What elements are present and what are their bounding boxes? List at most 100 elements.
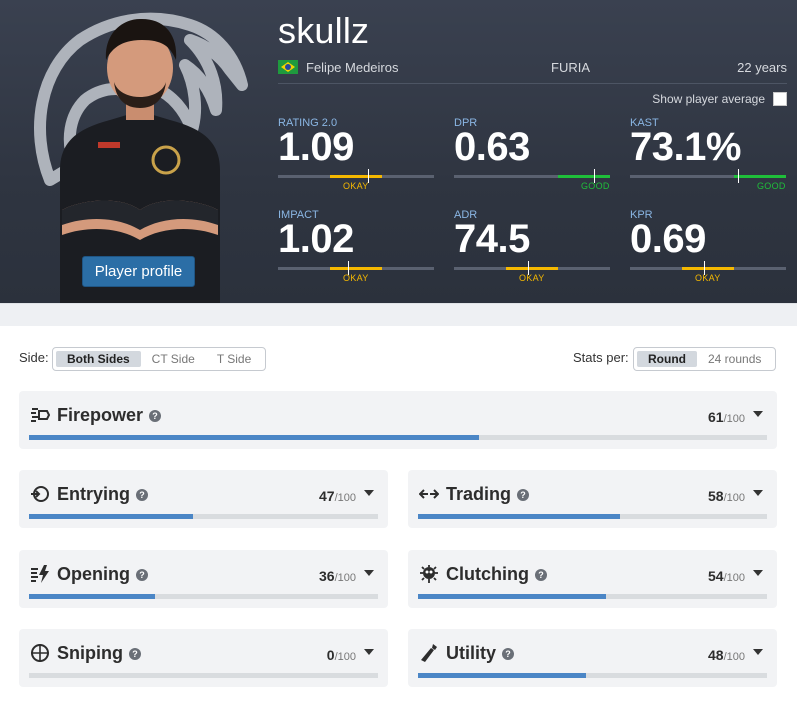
help-icon[interactable]: ? [149, 410, 162, 422]
help-icon[interactable]: ? [136, 569, 148, 581]
category-card-trading[interactable]: Trading? 58/100 [408, 470, 777, 528]
score-bar [418, 594, 767, 599]
stat-rating-text: OKAY [695, 273, 721, 283]
stat-dpr: DPR 0.63 GOOD [454, 117, 610, 197]
show-player-average-toggle[interactable]: Show player average [600, 92, 787, 108]
show-average-label: Show player average [652, 92, 765, 106]
stats-per-label: Stats per: [573, 350, 629, 365]
chevron-down-icon[interactable] [364, 649, 374, 655]
score-bar-fill [418, 514, 621, 519]
help-icon[interactable]: ? [136, 489, 149, 501]
category-title: Entrying? [57, 484, 149, 505]
utility-icon [421, 644, 437, 662]
stat-adr: ADR 74.5 OKAY [454, 209, 610, 289]
player-age: 22 years [737, 60, 787, 75]
score-bar-fill [29, 514, 194, 519]
stat-range-bar [454, 169, 610, 183]
help-icon[interactable]: ? [502, 648, 515, 660]
score-bar [418, 514, 767, 519]
category-title: Clutching? [446, 564, 547, 585]
stat-value: 74.5 [454, 217, 530, 261]
player-nickname: skullz [278, 10, 370, 51]
category-score: 36/100 [319, 568, 356, 584]
player-info-row: Felipe Medeiros FURIA 22 years [278, 58, 787, 84]
chevron-down-icon[interactable] [364, 570, 374, 576]
stat-range-bar [278, 261, 434, 275]
chevron-down-icon[interactable] [753, 570, 763, 576]
category-card-opening[interactable]: Opening? 36/100 [19, 550, 388, 608]
category-score: 47/100 [319, 488, 356, 504]
category-score: 61/100 [708, 409, 745, 425]
stat-range-bar [630, 261, 786, 275]
stat-value: 1.02 [278, 217, 354, 261]
side-option-t[interactable]: T Side [206, 351, 262, 367]
category-card-utility[interactable]: Utility? 48/100 [408, 629, 777, 687]
category-card-firepower[interactable]: Firepower? 61/100 [19, 391, 777, 449]
stat-value: 0.63 [454, 125, 530, 169]
category-title: Opening? [57, 564, 148, 585]
score-bar [418, 673, 767, 678]
chevron-down-icon[interactable] [753, 649, 763, 655]
side-option-ct[interactable]: CT Side [141, 351, 206, 367]
stat-range-bar [454, 261, 610, 275]
clutching-icon [420, 565, 438, 583]
stat-kast: KAST 73.1% GOOD [630, 117, 786, 197]
category-title: Utility? [446, 643, 515, 664]
category-score: 48/100 [708, 647, 745, 663]
player-portrait-area: Player profile [0, 0, 270, 303]
score-bar-fill [29, 435, 480, 440]
score-bar-fill [418, 673, 586, 678]
player-team[interactable]: FURIA [551, 60, 590, 75]
chevron-down-icon[interactable] [753, 411, 763, 417]
show-average-checkbox[interactable] [773, 92, 787, 106]
brazil-flag-icon [278, 60, 298, 74]
stat-rating-text: OKAY [519, 273, 545, 283]
stat-value: 1.09 [278, 125, 354, 169]
section-divider [0, 303, 797, 326]
stat-kpr: KPR 0.69 OKAY [630, 209, 786, 289]
opening-icon [31, 565, 49, 583]
stat-rating-text: OKAY [343, 181, 369, 191]
stat-value: 73.1% [630, 125, 741, 169]
stat-rating-text: GOOD [757, 181, 786, 191]
category-title: Sniping? [57, 643, 141, 664]
player-profile-button[interactable]: Player profile [82, 256, 195, 287]
score-bar-fill [29, 594, 155, 599]
category-title: Trading? [446, 484, 530, 505]
category-score: 58/100 [708, 488, 745, 504]
stat-value: 0.69 [630, 217, 706, 261]
firepower-icon [31, 408, 50, 422]
stat-range-bar [278, 169, 434, 183]
category-card-entrying[interactable]: Entrying? 47/100 [19, 470, 388, 528]
help-icon[interactable]: ? [535, 569, 547, 581]
side-filter-label: Side: [19, 350, 49, 365]
trading-icon [419, 489, 439, 499]
stats-per-option-24-rounds[interactable]: 24 rounds [697, 351, 772, 367]
category-card-sniping[interactable]: Sniping? 0/100 [19, 629, 388, 687]
help-icon[interactable]: ? [129, 648, 141, 660]
chevron-down-icon[interactable] [753, 490, 763, 496]
category-title: Firepower? [57, 405, 162, 426]
stat-rating-text: GOOD [581, 181, 610, 191]
score-bar [29, 514, 378, 519]
help-icon[interactable]: ? [517, 489, 530, 501]
side-option-both[interactable]: Both Sides [56, 351, 141, 367]
stats-per-filter: Round 24 rounds [633, 347, 777, 371]
category-score: 0/100 [326, 647, 356, 663]
player-header: Player profile skullz Felipe Medeiros FU… [0, 0, 797, 303]
entrying-icon [31, 486, 49, 502]
sniping-icon [31, 644, 49, 662]
chevron-down-icon[interactable] [364, 490, 374, 496]
player-real-name: Felipe Medeiros [306, 60, 399, 75]
stat-impact: IMPACT 1.02 OKAY [278, 209, 434, 289]
category-card-clutching[interactable]: Clutching? 54/100 [408, 550, 777, 608]
score-bar [29, 673, 378, 678]
stat-range-bar [630, 169, 786, 183]
stat-rating-text: OKAY [343, 273, 369, 283]
stats-per-option-round[interactable]: Round [637, 351, 697, 367]
score-bar-fill [418, 594, 607, 599]
side-filter: Both Sides CT Side T Side [52, 347, 267, 371]
score-bar [29, 435, 767, 440]
stat-rating: RATING 2.0 1.09 OKAY [278, 117, 434, 197]
category-score: 54/100 [708, 568, 745, 584]
